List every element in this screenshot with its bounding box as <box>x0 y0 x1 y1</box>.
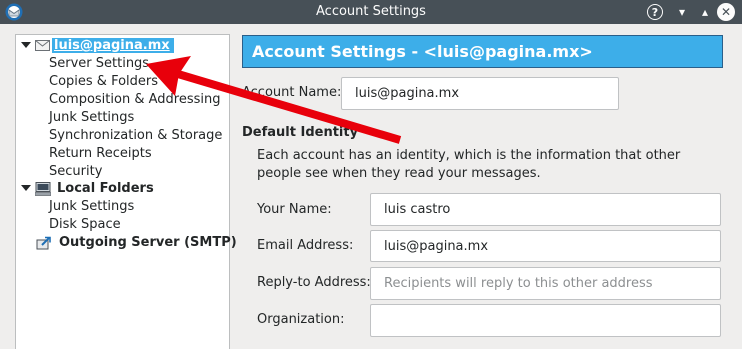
tree-item-local-folders[interactable]: Local Folders <box>18 180 154 198</box>
close-button[interactable]: ✕ <box>717 3 735 21</box>
computer-icon <box>35 181 51 196</box>
organization-field[interactable] <box>370 304 721 337</box>
email-address-label: Email Address: <box>257 238 354 253</box>
tree-item-label: Outgoing Server (SMTP) <box>59 235 237 250</box>
tree-item-disk-space[interactable]: Disk Space <box>49 216 121 234</box>
tree-item-return-receipts[interactable]: Return Receipts <box>49 145 152 163</box>
tree-item-outgoing-server[interactable]: Outgoing Server (SMTP) <box>36 234 237 252</box>
tree-item-copies-folders[interactable]: Copies & Folders <box>49 73 158 91</box>
tree-item-server-settings[interactable]: Server Settings <box>49 55 149 73</box>
account-name-label: Account Name: <box>242 85 342 100</box>
account-tree[interactable]: luis@pagina.mx Server Settings Copies & … <box>15 34 237 349</box>
window-titlebar[interactable]: Account Settings ? ▾ ▴ ✕ <box>0 0 742 24</box>
tree-item-local-junk-settings[interactable]: Junk Settings <box>49 198 134 216</box>
tree-item-composition[interactable]: Composition & Addressing <box>49 91 220 109</box>
account-name-field[interactable] <box>341 77 619 110</box>
email-address-field[interactable] <box>370 230 721 262</box>
your-name-field[interactable] <box>370 193 721 226</box>
organization-label: Organization: <box>257 312 345 327</box>
your-name-label: Your Name: <box>257 202 332 217</box>
outgoing-server-icon <box>36 236 51 249</box>
expand-twisty-icon[interactable] <box>21 184 31 191</box>
tree-item-label: luis@pagina.mx <box>52 38 174 53</box>
default-identity-heading: Default Identity <box>242 125 359 140</box>
identity-description: Each account has an identity, which is t… <box>257 148 681 181</box>
tree-item-label: Local Folders <box>57 181 154 196</box>
reply-to-address-label: Reply-to Address: <box>257 275 371 290</box>
tree-item-junk-settings[interactable]: Junk Settings <box>49 109 134 127</box>
maximize-button[interactable]: ▴ <box>695 2 715 22</box>
tree-item-account[interactable]: luis@pagina.mx <box>18 37 174 55</box>
envelope-icon <box>35 40 50 51</box>
tree-item-sync-storage[interactable]: Synchronization & Storage <box>49 127 222 145</box>
expand-twisty-icon[interactable] <box>21 41 31 48</box>
window-title: Account Settings <box>316 4 426 19</box>
settings-header-banner: Account Settings - <luis@pagina.mx> <box>242 35 723 68</box>
reply-to-address-field[interactable] <box>370 267 721 300</box>
tree-item-security[interactable]: Security <box>49 163 102 181</box>
help-button[interactable]: ? <box>647 4 663 20</box>
minimize-button[interactable]: ▾ <box>672 2 692 22</box>
